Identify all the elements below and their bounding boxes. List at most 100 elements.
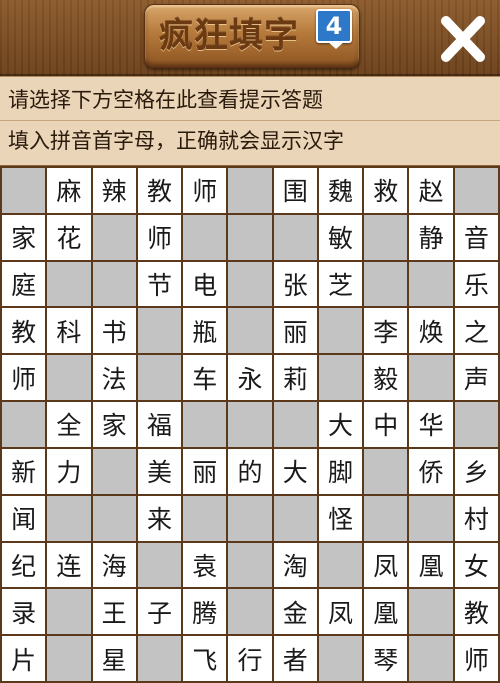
grid-cell-filled[interactable]: 节 [137, 261, 182, 307]
grid-cell-filled[interactable]: 赵 [409, 168, 453, 213]
grid-cell-filled[interactable]: 瓶 [183, 308, 227, 354]
grid-cell-blank[interactable] [273, 214, 317, 260]
grid-cell-blank[interactable] [2, 402, 46, 447]
grid-cell-filled[interactable]: 华 [409, 402, 453, 447]
grid-cell-filled[interactable]: 静 [409, 214, 453, 260]
grid-cell-blank[interactable] [137, 636, 182, 681]
grid-cell-filled[interactable]: 师 [2, 355, 46, 401]
grid-cell-filled[interactable]: 电 [183, 261, 227, 307]
grid-cell-blank[interactable] [228, 542, 272, 588]
grid-cell-filled[interactable]: 家 [2, 214, 46, 260]
grid-cell-filled[interactable]: 纪 [2, 542, 46, 588]
grid-cell-filled[interactable]: 教 [454, 589, 498, 635]
grid-cell-filled[interactable]: 者 [273, 636, 317, 681]
grid-cell-filled[interactable]: 凤 [364, 542, 408, 588]
grid-cell-filled[interactable]: 张 [273, 261, 317, 307]
grid-cell-filled[interactable]: 琴 [364, 636, 408, 681]
grid-cell-filled[interactable]: 大 [273, 448, 317, 494]
grid-cell-filled[interactable]: 车 [183, 355, 227, 401]
grid-cell-blank[interactable] [47, 636, 91, 681]
grid-cell-filled[interactable]: 凤 [318, 589, 363, 635]
grid-cell-blank[interactable] [137, 542, 182, 588]
grid-cell-blank[interactable] [92, 448, 136, 494]
grid-cell-filled[interactable]: 美 [137, 448, 182, 494]
grid-cell-blank[interactable] [228, 589, 272, 635]
grid-cell-filled[interactable]: 腾 [183, 589, 227, 635]
grid-cell-blank[interactable] [47, 495, 91, 541]
grid-cell-filled[interactable]: 麻 [47, 168, 91, 213]
grid-cell-blank[interactable] [137, 355, 182, 401]
grid-cell-blank[interactable] [409, 261, 453, 307]
grid-cell-filled[interactable]: 片 [2, 636, 46, 681]
grid-cell-blank[interactable] [318, 542, 363, 588]
grid-cell-filled[interactable]: 永 [228, 355, 272, 401]
grid-cell-filled[interactable]: 焕 [409, 308, 453, 354]
grid-cell-filled[interactable]: 星 [92, 636, 136, 681]
grid-cell-filled[interactable]: 家 [92, 402, 136, 447]
grid-cell-blank[interactable] [409, 636, 453, 681]
grid-cell-filled[interactable]: 敏 [318, 214, 363, 260]
grid-cell-filled[interactable]: 书 [92, 308, 136, 354]
grid-cell-blank[interactable] [273, 495, 317, 541]
grid-cell-blank[interactable] [228, 308, 272, 354]
grid-cell-filled[interactable]: 力 [47, 448, 91, 494]
grid-cell-filled[interactable]: 丽 [273, 308, 317, 354]
grid-cell-filled[interactable]: 凰 [409, 542, 453, 588]
grid-cell-filled[interactable]: 侨 [409, 448, 453, 494]
grid-cell-filled[interactable]: 飞 [183, 636, 227, 681]
grid-cell-filled[interactable]: 新 [2, 448, 46, 494]
grid-cell-blank[interactable] [409, 589, 453, 635]
grid-cell-blank[interactable] [228, 495, 272, 541]
grid-cell-filled[interactable]: 魏 [318, 168, 363, 213]
grid-cell-filled[interactable]: 辣 [92, 168, 136, 213]
grid-cell-filled[interactable]: 王 [92, 589, 136, 635]
grid-cell-filled[interactable]: 师 [137, 214, 182, 260]
grid-cell-filled[interactable]: 教 [2, 308, 46, 354]
grid-cell-filled[interactable]: 怪 [318, 495, 363, 541]
grid-cell-blank[interactable] [92, 214, 136, 260]
grid-cell-blank[interactable] [92, 495, 136, 541]
grid-cell-blank[interactable] [228, 402, 272, 447]
grid-cell-filled[interactable]: 凰 [364, 589, 408, 635]
grid-cell-filled[interactable]: 毅 [364, 355, 408, 401]
grid-cell-filled[interactable]: 救 [364, 168, 408, 213]
grid-cell-filled[interactable]: 来 [137, 495, 182, 541]
grid-cell-filled[interactable]: 师 [183, 168, 227, 213]
grid-cell-filled[interactable]: 全 [47, 402, 91, 447]
grid-cell-filled[interactable]: 教 [137, 168, 182, 213]
grid-cell-blank[interactable] [454, 168, 498, 213]
grid-cell-filled[interactable]: 闻 [2, 495, 46, 541]
grid-cell-filled[interactable]: 莉 [273, 355, 317, 401]
grid-cell-blank[interactable] [273, 402, 317, 447]
grid-cell-filled[interactable]: 法 [92, 355, 136, 401]
grid-cell-filled[interactable]: 花 [47, 214, 91, 260]
grid-cell-filled[interactable]: 连 [47, 542, 91, 588]
grid-cell-filled[interactable]: 村 [454, 495, 498, 541]
grid-cell-filled[interactable]: 之 [454, 308, 498, 354]
grid-cell-filled[interactable]: 科 [47, 308, 91, 354]
grid-cell-blank[interactable] [318, 636, 363, 681]
grid-cell-blank[interactable] [318, 355, 363, 401]
grid-cell-filled[interactable]: 的 [228, 448, 272, 494]
grid-cell-filled[interactable]: 庭 [2, 261, 46, 307]
grid-cell-blank[interactable] [47, 261, 91, 307]
grid-cell-filled[interactable]: 大 [318, 402, 363, 447]
close-button[interactable] [434, 12, 492, 66]
grid-cell-blank[interactable] [409, 355, 453, 401]
grid-cell-blank[interactable] [364, 214, 408, 260]
grid-cell-blank[interactable] [409, 495, 453, 541]
grid-cell-filled[interactable]: 金 [273, 589, 317, 635]
grid-cell-filled[interactable]: 李 [364, 308, 408, 354]
grid-cell-filled[interactable]: 袁 [183, 542, 227, 588]
grid-cell-filled[interactable]: 乐 [454, 261, 498, 307]
grid-cell-blank[interactable] [137, 308, 182, 354]
grid-cell-filled[interactable]: 中 [364, 402, 408, 447]
grid-cell-blank[interactable] [454, 402, 498, 447]
grid-cell-blank[interactable] [364, 495, 408, 541]
grid-cell-blank[interactable] [2, 168, 46, 213]
grid-cell-filled[interactable]: 海 [92, 542, 136, 588]
grid-cell-filled[interactable]: 福 [137, 402, 182, 447]
grid-cell-filled[interactable]: 声 [454, 355, 498, 401]
grid-cell-filled[interactable]: 乡 [454, 448, 498, 494]
grid-cell-blank[interactable] [183, 402, 227, 447]
